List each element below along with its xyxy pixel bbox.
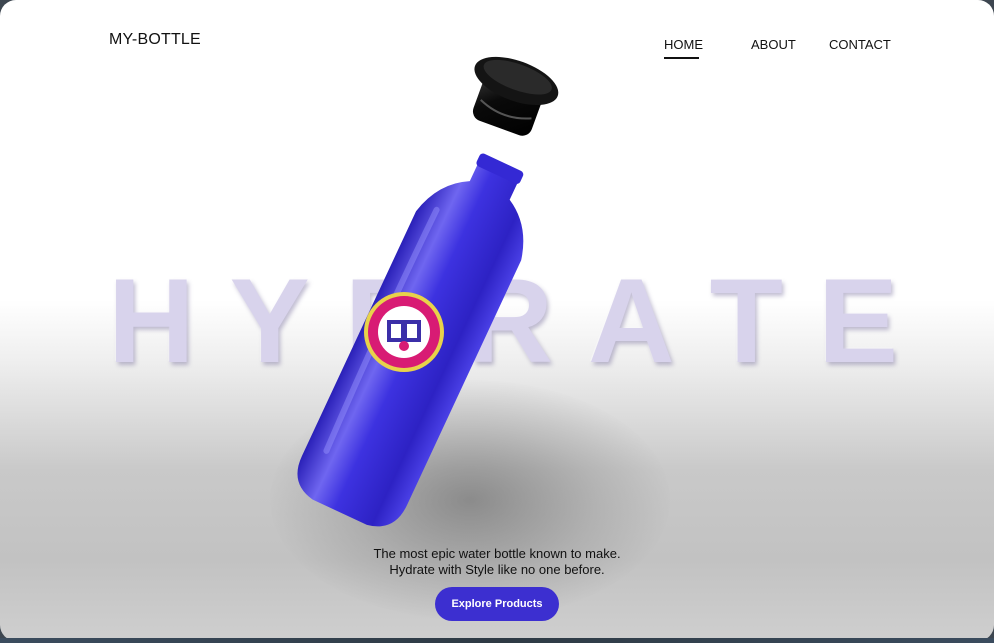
tagline-line-2: Hydrate with Style like no one before. bbox=[389, 562, 605, 577]
brand-logo[interactable]: MY-BOTTLE bbox=[109, 31, 201, 49]
tagline-line-1: The most epic water bottle known to make… bbox=[373, 546, 621, 561]
hero-letter: A bbox=[588, 254, 675, 388]
nav-about[interactable]: ABOUT bbox=[751, 37, 796, 52]
hero-letter: T bbox=[709, 254, 783, 388]
nav-home[interactable]: HOME bbox=[664, 37, 703, 52]
landing-page: MY-BOTTLE HOME ABOUT CONTACT H Y D R A T… bbox=[0, 0, 994, 641]
nav-contact[interactable]: CONTACT bbox=[829, 37, 891, 52]
explore-products-button[interactable]: Explore Products bbox=[435, 587, 559, 621]
university-seal-icon bbox=[364, 292, 444, 372]
tagline: The most epic water bottle known to make… bbox=[297, 546, 697, 578]
window-bottom-edge bbox=[0, 638, 994, 643]
bottle-image bbox=[297, 56, 559, 527]
hero-letter: E bbox=[817, 254, 898, 388]
nav-active-underline bbox=[664, 57, 699, 59]
hero-letter: H bbox=[108, 254, 195, 388]
bottle-cap bbox=[472, 56, 559, 136]
